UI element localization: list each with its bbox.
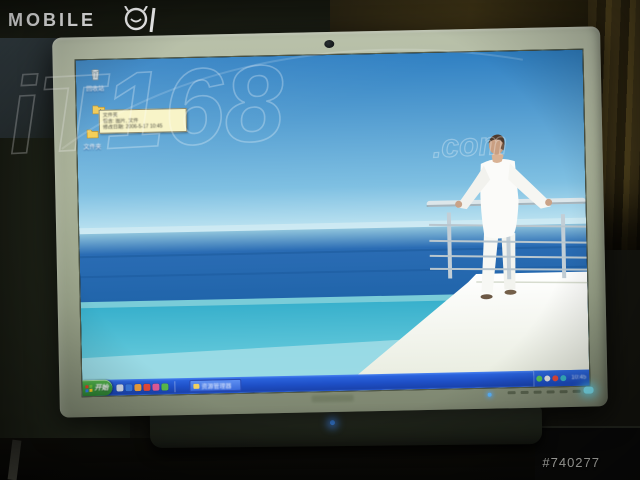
start-label: 开始	[94, 383, 108, 393]
webcam-icon	[324, 40, 334, 48]
alert-tray-icon[interactable]	[552, 375, 558, 381]
power-button[interactable]	[584, 387, 594, 394]
taskbar-clock[interactable]: 10:45	[568, 375, 586, 381]
taskbar-empty-area	[241, 379, 533, 385]
messenger-icon[interactable]	[143, 383, 150, 390]
network-tray-icon[interactable]	[560, 375, 566, 381]
qq-icon[interactable]	[152, 383, 159, 390]
status-led	[488, 393, 492, 397]
screen: 回收站 文件夹 文件夹 包含: 图片, 文件 修改日期: 2006-5-17 1…	[75, 49, 591, 398]
dark-device	[535, 426, 640, 480]
osd-button[interactable]	[521, 391, 529, 394]
tooltip-line: 修改日期: 2006-5-17 10:45	[103, 123, 183, 131]
taskbar-separator	[174, 381, 175, 392]
media-player-icon[interactable]	[134, 383, 141, 390]
osd-button[interactable]	[534, 391, 542, 394]
photo-of-monitor: 回收站 文件夹 文件夹 包含: 图片, 文件 修改日期: 2006-5-17 1…	[0, 0, 640, 480]
folder-icon	[85, 128, 98, 139]
folder-tooltip: 文件夹 包含: 图片, 文件 修改日期: 2006-5-17 10:45	[99, 108, 187, 134]
quick-launch-bar	[112, 383, 172, 391]
recycle-bin-icon	[88, 68, 101, 81]
osd-button[interactable]	[560, 390, 568, 393]
osd-button[interactable]	[547, 390, 555, 393]
osd-button[interactable]	[573, 390, 581, 393]
icon-label: 回收站	[78, 87, 112, 95]
volume-tray-icon[interactable]	[544, 375, 550, 381]
photo-id: #740277	[542, 455, 600, 470]
monitor-brand-logo	[312, 395, 354, 403]
internet-explorer-icon[interactable]	[125, 384, 132, 391]
windows-flag-icon	[85, 384, 92, 392]
mail-icon[interactable]	[161, 383, 168, 390]
power-led	[330, 420, 335, 425]
osd-buttons	[508, 390, 581, 395]
show-desktop-icon[interactable]	[116, 384, 123, 391]
task-button-label: 资源管理器	[201, 381, 231, 391]
start-button[interactable]: 开始	[82, 380, 112, 397]
system-tray: 10:45	[533, 370, 589, 387]
antivirus-tray-icon[interactable]	[536, 376, 542, 382]
open-window-task-button[interactable]: 资源管理器	[189, 379, 241, 392]
monitor-bezel: 回收站 文件夹 文件夹 包含: 图片, 文件 修改日期: 2006-5-17 1…	[52, 26, 608, 417]
icon-label: 文件夹	[75, 145, 109, 153]
window-icon	[193, 383, 199, 388]
desktop-wallpaper	[76, 50, 590, 397]
desktop-icon-recycle-bin[interactable]: 回收站	[78, 68, 113, 95]
osd-button[interactable]	[508, 391, 516, 394]
